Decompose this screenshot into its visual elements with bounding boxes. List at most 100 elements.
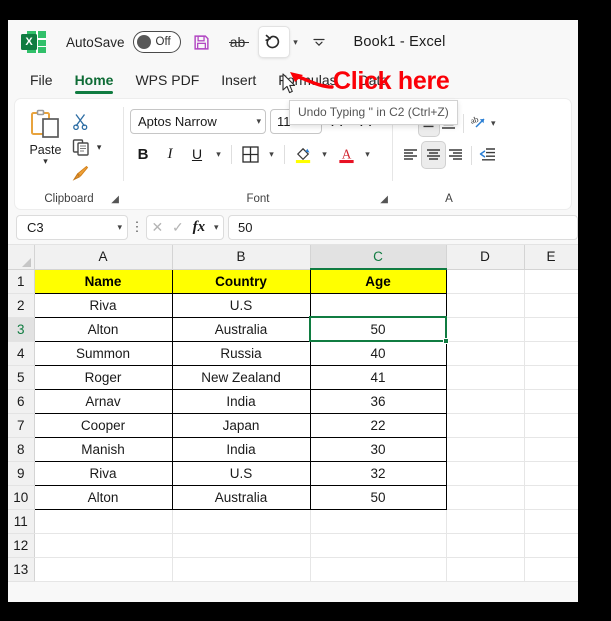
tab-file[interactable]: File: [30, 72, 53, 94]
borders-dropdown-button[interactable]: ▾: [264, 141, 279, 167]
cell-d12[interactable]: [446, 533, 525, 558]
cell-e2[interactable]: [524, 293, 578, 318]
chevron-down-icon[interactable]: ▾: [256, 116, 261, 127]
cell-a8[interactable]: Manish: [33, 436, 173, 462]
row-header-2[interactable]: 2: [8, 293, 35, 318]
select-all-corner-button[interactable]: [8, 245, 35, 270]
cancel-x-icon[interactable]: ✕: [151, 219, 163, 236]
cell-b5[interactable]: New Zealand: [171, 364, 311, 390]
cell-b4[interactable]: Russia: [171, 340, 311, 366]
row-header-3[interactable]: 3: [8, 317, 35, 342]
cell-d6[interactable]: [446, 389, 525, 414]
cell-b3[interactable]: Australia: [171, 316, 311, 342]
row-header-9[interactable]: 9: [8, 461, 35, 486]
cell-c1[interactable]: Age: [309, 268, 447, 294]
cell-c10[interactable]: 50: [309, 484, 447, 510]
cell-b12[interactable]: [172, 533, 311, 558]
chevron-down-icon[interactable]: ▾: [97, 142, 102, 153]
cell-b8[interactable]: India: [171, 436, 311, 462]
column-header-a[interactable]: A: [34, 245, 173, 270]
cell-b13[interactable]: [172, 557, 311, 582]
bold-button[interactable]: B: [130, 141, 156, 167]
wrap-text-dropdown-button[interactable]: ▾: [488, 110, 500, 136]
tab-formulas[interactable]: Formulas: [278, 72, 336, 94]
cell-a7[interactable]: Cooper: [33, 412, 173, 438]
cell-d3[interactable]: [446, 317, 525, 342]
insert-function-icon[interactable]: fx: [193, 219, 206, 236]
borders-button[interactable]: [237, 141, 263, 167]
cell-c5[interactable]: 41: [309, 364, 447, 390]
font-name-input[interactable]: Aptos Narrow ▾: [130, 109, 266, 134]
cell-c11[interactable]: [310, 509, 447, 534]
cell-e6[interactable]: [524, 389, 578, 414]
cell-a4[interactable]: Summon: [33, 340, 173, 366]
row-header-10[interactable]: 10: [8, 485, 35, 510]
cell-c2[interactable]: [309, 292, 447, 318]
formula-input[interactable]: 50: [228, 214, 578, 240]
row-header-12[interactable]: 12: [8, 533, 35, 558]
tab-insert[interactable]: Insert: [221, 72, 256, 94]
cell-e11[interactable]: [524, 509, 578, 534]
undo-button[interactable]: [258, 27, 289, 57]
italic-button[interactable]: I: [157, 141, 183, 167]
cell-a13[interactable]: [34, 557, 173, 582]
chevron-down-icon[interactable]: ▾: [43, 156, 48, 167]
cell-d4[interactable]: [446, 341, 525, 366]
column-header-c[interactable]: C: [310, 245, 447, 270]
row-header-4[interactable]: 4: [8, 341, 35, 366]
save-button[interactable]: [187, 27, 217, 57]
cell-e5[interactable]: [524, 365, 578, 390]
cell-d5[interactable]: [446, 365, 525, 390]
tab-home[interactable]: Home: [74, 72, 113, 94]
decrease-indent-button[interactable]: [476, 142, 499, 168]
cell-e7[interactable]: [524, 413, 578, 438]
cell-a12[interactable]: [34, 533, 173, 558]
cell-a1[interactable]: Name: [33, 268, 173, 294]
cell-c3[interactable]: 50: [309, 316, 449, 344]
vertical-dots-icon[interactable]: ⋮: [128, 219, 146, 235]
cell-c8[interactable]: 30: [309, 436, 447, 462]
spelling-button[interactable]: ab: [223, 27, 253, 57]
align-left-button[interactable]: [399, 142, 422, 168]
cell-b2[interactable]: U.S: [171, 292, 311, 318]
undo-dropdown-button[interactable]: ▾: [289, 27, 303, 57]
cell-e4[interactable]: [524, 341, 578, 366]
wrap-text-button[interactable]: ab: [468, 110, 488, 136]
name-box[interactable]: C3 ▾: [16, 214, 128, 240]
row-header-8[interactable]: 8: [8, 437, 35, 462]
row-header-11[interactable]: 11: [8, 509, 35, 534]
cell-d10[interactable]: [446, 485, 525, 510]
row-header-6[interactable]: 6: [8, 389, 35, 414]
selection-fill-handle[interactable]: [442, 337, 449, 344]
cell-b9[interactable]: U.S: [171, 460, 311, 486]
row-header-7[interactable]: 7: [8, 413, 35, 438]
cell-d7[interactable]: [446, 413, 525, 438]
cell-c12[interactable]: [310, 533, 447, 558]
format-painter-button[interactable]: [70, 162, 117, 184]
cell-c9[interactable]: 32: [309, 460, 447, 486]
cell-b7[interactable]: Japan: [171, 412, 311, 438]
cell-e3[interactable]: [524, 317, 578, 342]
fill-color-button[interactable]: [290, 141, 316, 167]
cell-e13[interactable]: [524, 557, 578, 582]
cell-d9[interactable]: [446, 461, 525, 486]
cell-c6[interactable]: 36: [309, 388, 447, 414]
fill-color-dropdown-button[interactable]: ▾: [317, 141, 332, 167]
row-header-5[interactable]: 5: [8, 365, 35, 390]
cell-e8[interactable]: [524, 437, 578, 462]
enter-check-icon[interactable]: ✓: [172, 219, 184, 236]
cell-d2[interactable]: [446, 293, 525, 318]
copy-button[interactable]: ▾: [70, 136, 117, 158]
cell-b10[interactable]: Australia: [171, 484, 311, 510]
cell-b1[interactable]: Country: [171, 268, 311, 294]
font-color-button[interactable]: A: [333, 141, 359, 167]
chevron-down-icon[interactable]: ▾: [214, 222, 219, 233]
row-header-13[interactable]: 13: [8, 557, 35, 582]
qat-customize-button[interactable]: [310, 29, 328, 55]
cell-d8[interactable]: [446, 437, 525, 462]
underline-dropdown-button[interactable]: ▾: [211, 141, 226, 167]
cell-a9[interactable]: Riva: [33, 460, 173, 486]
cell-b11[interactable]: [172, 509, 311, 534]
cell-a10[interactable]: Alton: [33, 484, 173, 510]
align-center-button[interactable]: [421, 142, 445, 168]
